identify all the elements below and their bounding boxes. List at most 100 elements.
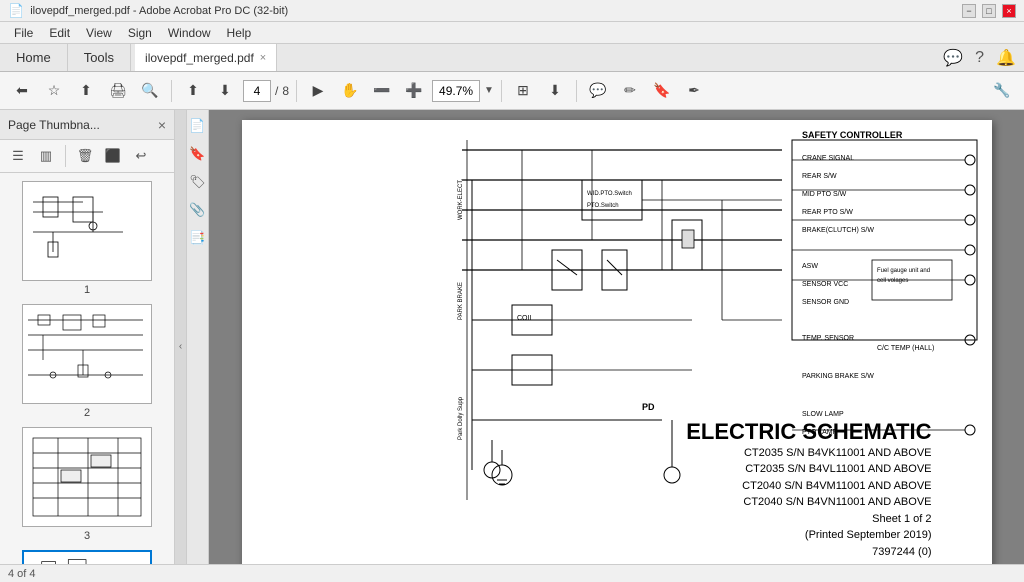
svg-text:SLOW LAMP: SLOW LAMP: [802, 411, 844, 418]
sidebar-toolbar: ☰ ▥ 🗑 ⬛ ↩: [0, 140, 174, 173]
svg-text:Fuel gauge unit and: Fuel gauge unit and: [877, 268, 930, 274]
page-sep: /: [275, 84, 278, 98]
thumb-label-1: 1: [84, 284, 90, 296]
pdf-line4: CT2040 S/N B4VN11001 AND ABOVE: [686, 494, 931, 511]
thumb-img-3[interactable]: [22, 427, 152, 527]
more-tools-button[interactable]: 🔧: [988, 77, 1016, 105]
svg-text:C/C TEMP (HALL): C/C TEMP (HALL): [877, 345, 934, 352]
stamp-button[interactable]: 🔖: [648, 77, 676, 105]
upload-button[interactable]: ⬆: [72, 77, 100, 105]
svg-text:BRAKE(CLUTCH) S/W: BRAKE(CLUTCH) S/W: [802, 227, 874, 234]
nav-tab-tools[interactable]: Tools: [68, 44, 131, 71]
pdf-page: SAFETY CONTROLLER CRANE SIGNAL REAR S/W …: [242, 120, 992, 580]
menu-window[interactable]: Window: [160, 24, 219, 42]
doc-tab-close[interactable]: ×: [260, 52, 266, 64]
zoom-input[interactable]: [432, 80, 480, 102]
select-tool[interactable]: ▶: [304, 77, 332, 105]
star-button[interactable]: ☆: [40, 77, 68, 105]
window-controls[interactable]: − □ ×: [962, 4, 1016, 18]
chat-icon[interactable]: 💬: [943, 48, 963, 68]
pages-icon[interactable]: 📄: [188, 116, 208, 136]
svg-text:CRANE SIGNAL: CRANE SIGNAL: [802, 155, 854, 162]
sidebar-grid-btn[interactable]: ▥: [34, 144, 58, 168]
pdf-part-num: 7397244 (0): [686, 544, 931, 561]
svg-text:ASW: ASW: [802, 263, 818, 270]
notification-icon[interactable]: 🔔: [996, 48, 1016, 68]
fit-page-button[interactable]: ⊞: [509, 77, 537, 105]
menu-edit[interactable]: Edit: [41, 24, 78, 42]
app-icon: 📄: [8, 3, 24, 19]
bookmarks-icon[interactable]: 🔖: [188, 144, 208, 164]
pdf-line2: CT2035 S/N B4VL11001 AND ABOVE: [686, 461, 931, 478]
svg-text:WID.PTO.Switch: WID.PTO.Switch: [587, 191, 632, 197]
download-button[interactable]: ⬇: [541, 77, 569, 105]
hand-tool[interactable]: ✋: [336, 77, 364, 105]
svg-text:Park Dolly Supp: Park Dolly Supp: [458, 396, 464, 440]
back-button[interactable]: ⬅: [8, 77, 36, 105]
svg-text:PTO.Switch: PTO.Switch: [587, 203, 619, 209]
thumbnail-3[interactable]: 3: [6, 427, 168, 542]
next-page-button[interactable]: ⬇: [211, 77, 239, 105]
menu-bar: File Edit View Sign Window Help: [0, 22, 1024, 44]
attachments-icon[interactable]: 📎: [188, 200, 208, 220]
prev-page-button[interactable]: ⬆: [179, 77, 207, 105]
sep1: [171, 80, 172, 102]
sidebar-extract-btn[interactable]: ⬛: [101, 144, 125, 168]
left-icon-strip: 📄 🔖 🏷 📎 📑: [187, 110, 209, 582]
close-button[interactable]: ×: [1002, 4, 1016, 18]
svg-text:SENSOR VCC: SENSOR VCC: [802, 281, 848, 288]
search-button[interactable]: 🔍: [136, 77, 164, 105]
svg-text:SENSOR GND: SENSOR GND: [802, 299, 849, 306]
window-title: ilovepdf_merged.pdf - Adobe Acrobat Pro …: [30, 5, 288, 17]
menu-file[interactable]: File: [6, 24, 41, 42]
sidebar-close-button[interactable]: ×: [158, 117, 166, 133]
svg-text:PARK BRAKE: PARK BRAKE: [458, 282, 464, 320]
pdf-text-block: ELECTRIC SCHEMATIC CT2035 S/N B4VK11001 …: [686, 419, 931, 561]
menu-sign[interactable]: Sign: [120, 24, 160, 42]
title-bar: 📄 ilovepdf_merged.pdf - Adobe Acrobat Pr…: [0, 0, 1024, 22]
doc-tab-label: ilovepdf_merged.pdf: [145, 51, 254, 65]
thumbnail-2[interactable]: 2: [6, 304, 168, 419]
sep3: [501, 80, 502, 102]
svg-text:TEMP. SENSOR: TEMP. SENSOR: [802, 335, 854, 342]
thumb-img-2[interactable]: [22, 304, 152, 404]
sidebar-delete-btn[interactable]: 🗑: [73, 144, 97, 168]
sidebar-collapse-handle[interactable]: ‹: [175, 110, 187, 582]
maximize-button[interactable]: □: [982, 4, 996, 18]
sidebar-rotate-btn[interactable]: ↩: [129, 144, 153, 168]
zoom-in-button[interactable]: ➕: [400, 77, 428, 105]
thumb-img-1[interactable]: [22, 181, 152, 281]
sidebar-view-btn[interactable]: ☰: [6, 144, 30, 168]
doc-tab[interactable]: ilovepdf_merged.pdf ×: [135, 44, 277, 71]
page-number-input[interactable]: [243, 80, 271, 102]
tags-icon[interactable]: 🏷: [188, 172, 208, 192]
edit-button[interactable]: ✒: [680, 77, 708, 105]
pdf-line1: CT2035 S/N B4VK11001 AND ABOVE: [686, 445, 931, 462]
sep4: [576, 80, 577, 102]
side-sep: [65, 145, 66, 167]
nav-tab-home[interactable]: Home: [0, 44, 68, 71]
svg-text:WORK-ELECT.: WORK-ELECT.: [458, 179, 464, 220]
layers-icon[interactable]: 📑: [188, 228, 208, 248]
tabs-right-icons: 💬 ? 🔔: [943, 44, 1024, 71]
tabs-bar: Home Tools ilovepdf_merged.pdf × 💬 ? 🔔: [0, 44, 1024, 72]
menu-help[interactable]: Help: [219, 24, 260, 42]
zoom-out-button[interactable]: ➖: [368, 77, 396, 105]
help-icon[interactable]: ?: [975, 49, 984, 67]
draw-button[interactable]: ✏: [616, 77, 644, 105]
minimize-button[interactable]: −: [962, 4, 976, 18]
zoom-dropdown[interactable]: ▼: [484, 85, 494, 96]
thumbnail-1[interactable]: 1: [6, 181, 168, 296]
main-area: Page Thumbna... × ☰ ▥ 🗑 ⬛ ↩: [0, 110, 1024, 582]
sep2: [296, 80, 297, 102]
svg-text:SAFETY CONTROLLER: SAFETY CONTROLLER: [802, 130, 903, 140]
svg-text:MID PTO S/W: MID PTO S/W: [802, 191, 847, 198]
menu-view[interactable]: View: [78, 24, 120, 42]
pdf-line3: CT2040 S/N B4VM11001 AND ABOVE: [686, 478, 931, 495]
print-button[interactable]: 🖨: [104, 77, 132, 105]
pdf-subtitle: CT2035 S/N B4VK11001 AND ABOVE CT2035 S/…: [686, 445, 931, 561]
sidebar-header: Page Thumbna... ×: [0, 110, 174, 140]
total-pages: 8: [282, 84, 289, 98]
status-text: 4 of 4: [8, 568, 36, 580]
comment-button[interactable]: 💬: [584, 77, 612, 105]
